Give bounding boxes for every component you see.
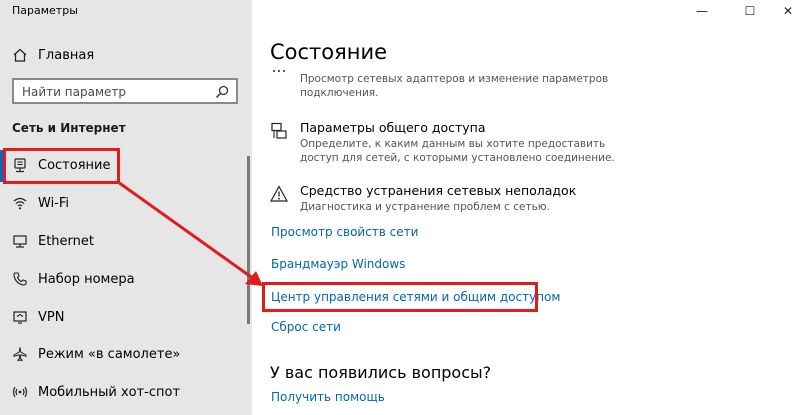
sharing-title: Параметры общего доступа <box>300 120 486 135</box>
sidebar-item-label: Набор номера <box>38 271 135 287</box>
sidebar-item-hotspot[interactable]: Мобильный хот-спот <box>0 374 252 410</box>
sidebar-item-ethernet[interactable]: Ethernet <box>0 223 252 259</box>
sidebar-item-label: Режим «в самолете» <box>38 346 181 362</box>
link-windows-firewall[interactable]: Брандмауэр Windows <box>271 257 405 271</box>
section-title: Сеть и Интернет <box>12 121 126 135</box>
link-network-reset[interactable]: Сброс сети <box>271 320 341 334</box>
adapters-desc: Просмотр сетевых адаптеров и изменение п… <box>300 73 609 99</box>
phone-icon <box>13 272 27 286</box>
sidebar-home[interactable]: Главная <box>0 37 252 73</box>
sidebar-item-label: Wi-Fi <box>38 195 70 211</box>
window-title: Параметры <box>12 4 78 17</box>
sharing-icon <box>271 122 287 139</box>
troubleshoot-desc: Диагностика и устранение проблем с сетью… <box>300 201 550 213</box>
highlight-box-sharing-center <box>262 282 538 312</box>
adapter-icon <box>273 70 285 72</box>
home-icon <box>13 48 27 62</box>
hotspot-icon <box>12 386 28 398</box>
search-icon[interactable] <box>215 85 229 99</box>
sidebar: Параметры Главная Найти параметр Сеть и … <box>0 0 252 415</box>
sidebar-scrollbar[interactable] <box>247 156 250 324</box>
maximize-button[interactable]: ☐ <box>730 0 770 22</box>
sidebar-item-label: Мобильный хот-спот <box>38 384 181 400</box>
sidebar-item-airplane[interactable]: Режим «в самолете» <box>0 336 252 372</box>
search-input[interactable]: Найти параметр <box>12 78 238 104</box>
sidebar-item-label: VPN <box>38 309 65 325</box>
link-network-properties[interactable]: Просмотр свойств сети <box>271 225 418 239</box>
adapters-option[interactable]: Просмотр сетевых адаптеров и изменение п… <box>270 70 630 104</box>
sharing-option[interactable]: Параметры общего доступа Определите, к к… <box>270 120 630 166</box>
minimize-button[interactable]: — <box>682 0 722 22</box>
troubleshoot-title: Средство устранения сетевых неполадок <box>300 183 577 198</box>
sidebar-item-vpn[interactable]: VPN <box>0 299 252 335</box>
troubleshoot-option[interactable]: Средство устранения сетевых неполадок Ди… <box>270 183 630 215</box>
vpn-icon <box>13 311 27 324</box>
warning-icon <box>270 185 288 202</box>
close-button[interactable]: ✕ <box>768 0 800 22</box>
page-title: Состояние <box>270 40 388 64</box>
sidebar-item-label: Ethernet <box>38 233 94 249</box>
sidebar-home-label: Главная <box>38 47 95 63</box>
search-placeholder: Найти параметр <box>22 85 126 99</box>
sharing-desc: Определите, к каким данным вы хотите пре… <box>300 138 615 164</box>
link-get-help[interactable]: Получить помощь <box>271 390 385 404</box>
ethernet-icon <box>13 235 27 248</box>
sidebar-item-wifi[interactable]: Wi-Fi <box>0 185 252 221</box>
sidebar-item-dialup[interactable]: Набор номера <box>0 261 252 297</box>
questions-title: У вас появились вопросы? <box>270 363 492 382</box>
highlight-box-status <box>3 148 120 184</box>
wifi-icon <box>13 197 27 210</box>
airplane-icon <box>13 347 27 362</box>
